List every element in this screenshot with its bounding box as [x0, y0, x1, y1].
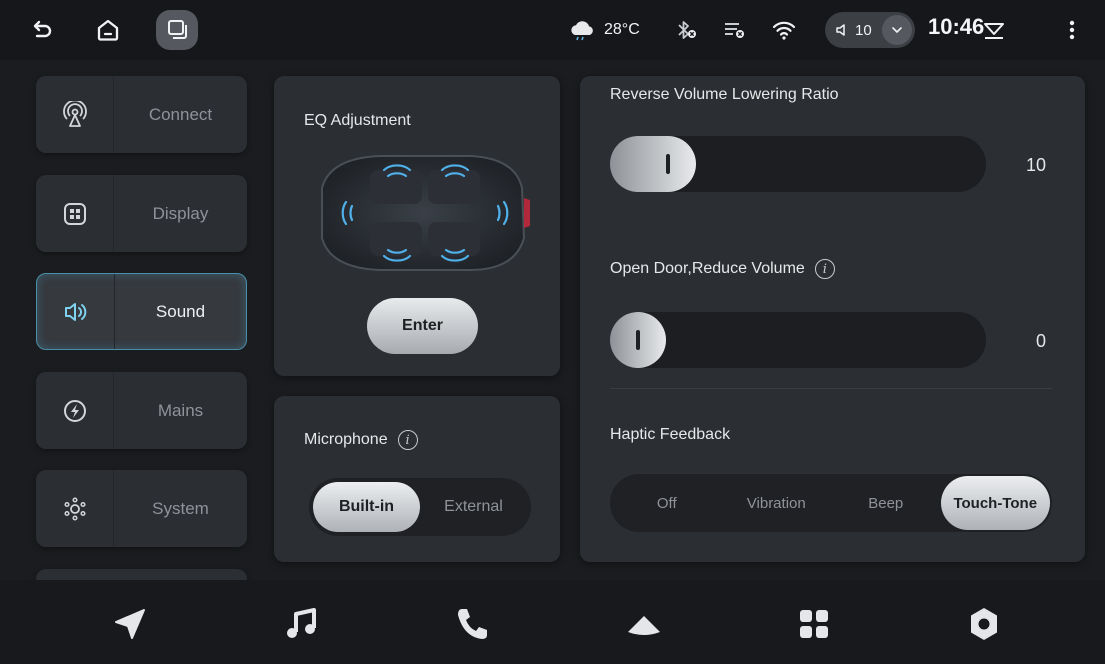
- door-volume-knob[interactable]: [636, 330, 640, 350]
- eq-title: EQ Adjustment: [304, 112, 411, 129]
- system-icon: [36, 470, 114, 547]
- nav-label-system: System: [152, 498, 209, 518]
- reverse-volume-fill: [610, 136, 696, 192]
- eq-enter-button[interactable]: Enter: [367, 298, 478, 354]
- nav-item-connect[interactable]: Connect: [36, 76, 247, 153]
- back-icon[interactable]: [26, 14, 58, 46]
- cloud-rain-icon: [571, 21, 593, 41]
- settings-gear-icon[interactable]: [962, 604, 1006, 644]
- more-menu-icon[interactable]: [1056, 14, 1088, 46]
- microphone-toggle: Built-in External: [309, 478, 531, 536]
- wifi-icon: [768, 14, 800, 46]
- microphone-card: Microphone i Built-in External: [274, 396, 560, 562]
- nav-item-system[interactable]: System: [36, 470, 247, 547]
- mic-option-external[interactable]: External: [420, 482, 527, 532]
- door-volume-value: 0: [1035, 331, 1046, 351]
- reverse-volume-title: Reverse Volume Lowering Ratio: [610, 86, 839, 103]
- sound-settings-panel: Reverse Volume Lowering Ratio 10 Open Do…: [580, 76, 1085, 562]
- haptic-feedback-toggle: Off Vibration Beep Touch-Tone: [610, 474, 1052, 532]
- eq-card: EQ Adjustment Enter: [274, 76, 560, 376]
- reverse-volume-knob[interactable]: [666, 154, 670, 174]
- haptic-option-touch-tone[interactable]: Touch-Tone: [940, 476, 1050, 530]
- nav-item-sound[interactable]: Sound: [36, 273, 247, 350]
- multitask-icon: [168, 20, 187, 39]
- phone-icon[interactable]: [450, 604, 494, 644]
- info-icon[interactable]: i: [397, 430, 418, 450]
- nav-item-display[interactable]: Display: [36, 175, 247, 252]
- weather-status: 28°C: [568, 16, 640, 44]
- clock: 10:46: [928, 14, 985, 39]
- door-volume-slider[interactable]: [610, 312, 986, 368]
- info-icon[interactable]: i: [814, 259, 835, 279]
- chevron-down-icon[interactable]: [881, 15, 912, 45]
- divider: [610, 388, 1052, 389]
- haptic-option-vibration[interactable]: Vibration: [722, 476, 832, 530]
- bluetooth-off-icon: [670, 14, 702, 46]
- haptic-title: Haptic Feedback: [610, 426, 731, 443]
- microphone-title-row: Microphone i: [304, 430, 418, 450]
- haptic-option-off[interactable]: Off: [612, 476, 722, 530]
- haptic-option-beep[interactable]: Beep: [831, 476, 941, 530]
- nav-item-mains[interactable]: Mains: [36, 372, 247, 449]
- temperature: 28°C: [604, 21, 640, 38]
- multitask-button[interactable]: [156, 10, 198, 50]
- navigation-icon[interactable]: [108, 604, 152, 644]
- notification-drawer-icon[interactable]: [978, 14, 1010, 46]
- reverse-volume-value: 10: [1025, 155, 1046, 175]
- volume-control[interactable]: 10: [825, 12, 915, 48]
- mic-option-builtin[interactable]: Built-in: [313, 482, 420, 532]
- data-off-icon: [718, 14, 750, 46]
- nav-label-mains: Mains: [157, 400, 204, 420]
- bottom-dock: [0, 580, 1105, 664]
- nav-item-partial: [36, 569, 247, 580]
- apps-grid-icon[interactable]: [792, 604, 836, 644]
- lightning-icon: [36, 372, 114, 449]
- reverse-volume-slider[interactable]: [610, 136, 986, 192]
- music-icon[interactable]: [280, 604, 324, 644]
- volume-icon: [836, 24, 845, 36]
- volume-level: 10: [855, 21, 872, 39]
- grid-icon: [36, 175, 114, 252]
- nav-label-display: Display: [152, 203, 209, 223]
- speaker-icon: [37, 274, 115, 349]
- car-topview-image: [321, 155, 530, 271]
- nav-label-sound: Sound: [155, 301, 206, 321]
- satellite-icon: [36, 76, 114, 153]
- microphone-title: Microphone: [304, 431, 388, 448]
- door-volume-title-row: Open Door,Reduce Volume i: [610, 259, 835, 279]
- nav-label-connect: Connect: [148, 104, 213, 124]
- home-icon[interactable]: [92, 14, 124, 46]
- app-drawer-icon[interactable]: [622, 604, 666, 644]
- door-volume-title: Open Door,Reduce Volume: [610, 260, 805, 277]
